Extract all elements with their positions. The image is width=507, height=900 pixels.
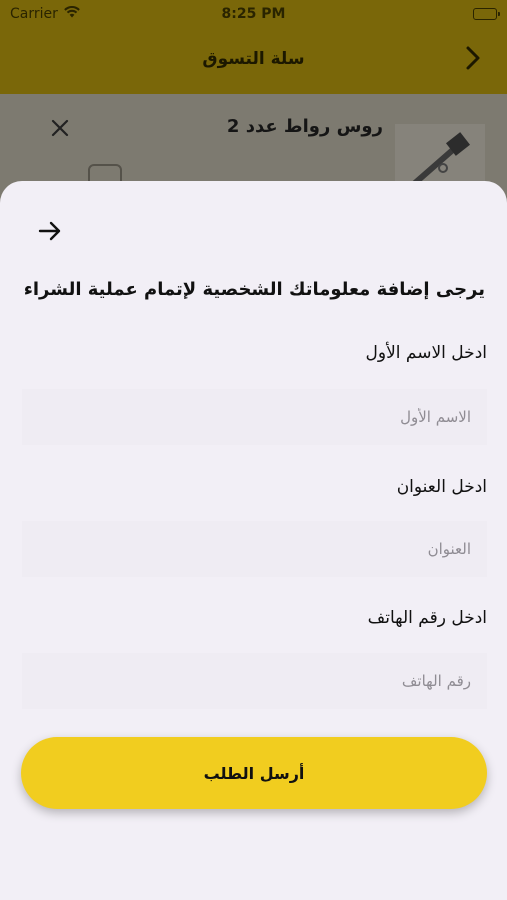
nav-title: سلة التسوق [202,49,305,69]
address-input[interactable] [22,521,487,577]
checkout-sheet: يرجى إضافة معلوماتك الشخصية لإتمام عملية… [0,181,507,900]
sheet-title: يرجى إضافة معلوماتك الشخصية لإتمام عملية… [23,279,485,300]
phone-input[interactable] [22,653,487,709]
first-name-input[interactable] [22,389,487,445]
nav-bar: سلة التسوق [0,28,507,90]
chevron-right-icon[interactable] [459,44,487,72]
close-icon[interactable] [48,116,72,140]
status-time: 8:25 PM [221,6,286,22]
wifi-icon [64,5,80,22]
submit-order-button[interactable]: أرسل الطلب [21,737,487,809]
status-bar: Carrier 8:25 PM [0,0,507,28]
status-left: Carrier [10,5,80,22]
phone-label: ادخل رقم الهاتف [367,608,487,628]
arrow-right-icon[interactable] [36,217,64,245]
address-label: ادخل العنوان [396,477,487,497]
carrier-label: Carrier [10,6,58,22]
cart-item-row: روس رواط عدد 2 [0,94,507,198]
first-name-label: ادخل الاسم الأول [365,343,487,363]
cart-item-name: روس رواط عدد 2 [226,116,383,137]
battery-icon [473,8,500,20]
